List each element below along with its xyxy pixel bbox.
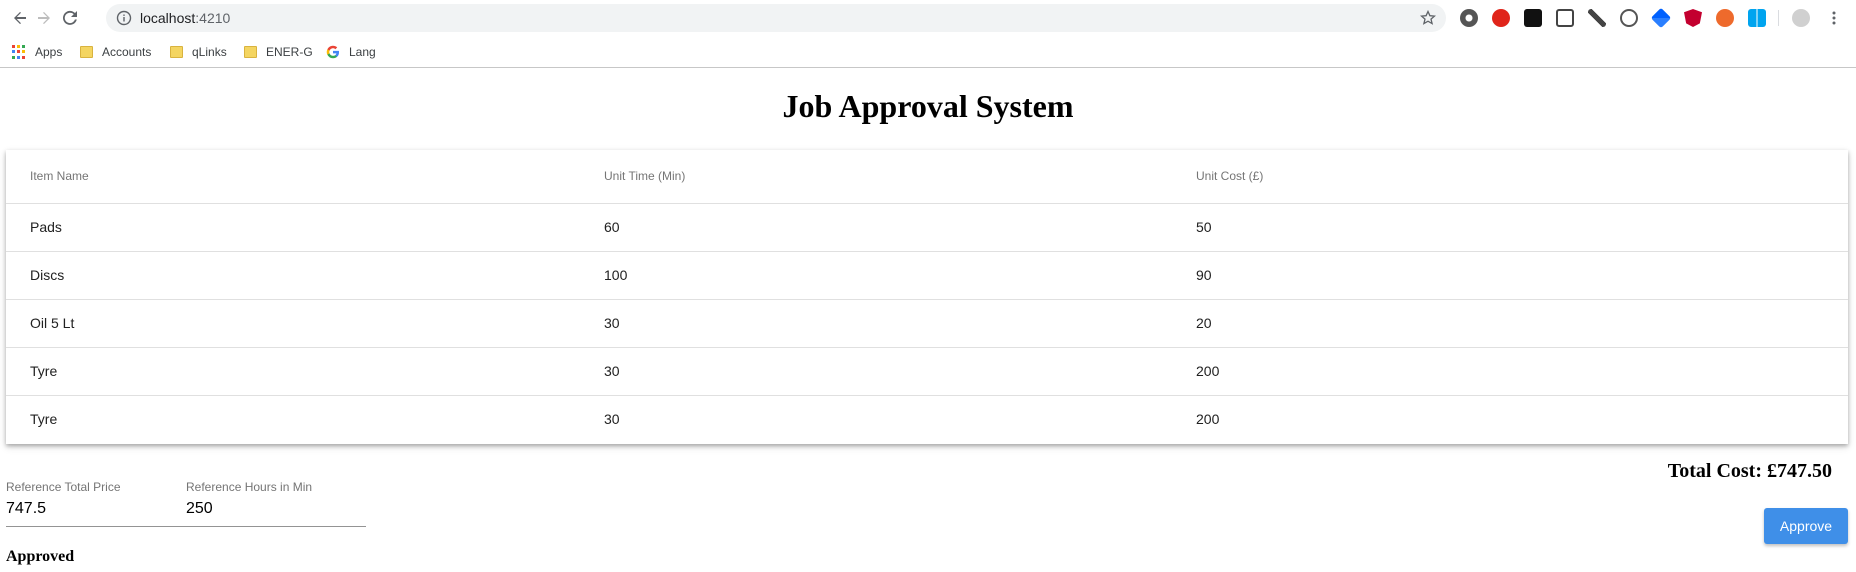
url-port: :4210 [195,10,231,26]
apps-grid-icon [12,45,26,59]
dropbox-icon[interactable] [1650,7,1672,29]
bookmarks-bar: Apps Accounts qLinks ENER-G Lang [0,36,1856,68]
menu-icon[interactable] [1826,10,1842,26]
google-icon [326,45,340,59]
eyedropper-icon[interactable] [1588,9,1606,27]
page-title: Job Approval System [782,88,1074,124]
reference-hours-input[interactable]: 250 [186,500,366,520]
bookmark-ener-g[interactable]: ENER-G [244,42,313,62]
cell-unit-cost: 200 [1196,363,1220,379]
url-text: localhost:4210 [140,10,230,26]
reference-price-label: Reference Total Price [6,480,121,494]
opera-icon[interactable] [1492,9,1510,27]
forward-arrow-icon [38,12,50,24]
approval-status: Approved [6,548,75,565]
column-header-item-name[interactable]: Item Name [30,169,89,183]
cell-item-name: Pads [30,219,62,235]
bookmark-label: Lang [349,45,376,59]
bookmark-lang[interactable]: Lang [326,42,376,62]
folder-icon [244,46,257,58]
url-host: localhost [140,10,196,26]
bookmark-label: qLinks [192,45,227,59]
info-icon[interactable] [116,10,132,26]
approve-button[interactable]: Approve [1764,508,1848,544]
angular-icon[interactable] [1684,9,1702,27]
table-header-row: Item Name Unit Time (Min) Unit Cost (£) [6,150,1848,204]
bookmark-apps[interactable]: Apps [12,42,62,62]
address-bar[interactable]: localhost:4210 [106,4,1446,32]
back-button[interactable] [8,6,32,30]
bookmark-label: Apps [35,45,63,59]
reference-hours-field[interactable]: Reference Hours in Min 250 [186,480,366,528]
code-icon[interactable] [1620,9,1638,27]
input-underline [6,526,366,527]
reference-price-input[interactable]: 747.5 [6,500,176,520]
jetbrains-icon[interactable] [1524,9,1542,27]
orange-ext-icon[interactable] [1716,9,1734,27]
forward-button[interactable] [32,6,56,30]
cell-unit-time: 30 [604,315,620,331]
table-row: Discs 100 90 [6,252,1848,300]
cell-unit-time: 30 [604,363,620,379]
total-cost: Total Cost: £747.50 [1667,460,1832,482]
bookmark-star-icon[interactable] [1420,10,1436,26]
bookmark-label: ENER-G [266,45,313,59]
table-row: Oil 5 Lt 30 20 [6,300,1848,348]
column-header-unit-time[interactable]: Unit Time (Min) [604,169,685,183]
cell-unit-time: 100 [604,267,628,283]
table-row: Pads 60 50 [6,204,1848,252]
toolbar-divider [1778,10,1779,26]
bookmark-qlinks[interactable]: qLinks [170,42,227,62]
cell-item-name: Oil 5 Lt [30,315,75,331]
record-icon[interactable] [1460,9,1478,27]
cell-item-name: Tyre [30,411,58,427]
reload-button[interactable] [58,6,82,30]
table-row: Tyre 30 200 [6,396,1848,444]
cell-item-name: Tyre [30,363,58,379]
windows-icon[interactable] [1748,9,1766,27]
cell-item-name: Discs [30,267,65,283]
cell-unit-cost: 90 [1196,267,1212,283]
screenshot-icon[interactable] [1556,9,1574,27]
reload-icon [62,10,77,25]
items-table: Item Name Unit Time (Min) Unit Cost (£) … [6,150,1848,444]
bookmark-label: Accounts [102,45,152,59]
folder-icon [80,46,93,58]
table-row: Tyre 30 200 [6,348,1848,396]
cell-unit-cost: 50 [1196,219,1212,235]
profile-icon[interactable] [1792,9,1810,27]
folder-icon [170,46,183,58]
reference-hours-label: Reference Hours in Min [186,480,313,494]
cell-unit-cost: 200 [1196,411,1220,427]
column-header-unit-cost[interactable]: Unit Cost (£) [1196,169,1263,183]
back-arrow-icon [14,12,26,24]
cell-unit-cost: 20 [1196,315,1212,331]
cell-unit-time: 30 [604,411,620,427]
reference-price-field[interactable]: Reference Total Price 747.5 [6,480,176,528]
cell-unit-time: 60 [604,219,620,235]
browser-toolbar: localhost:4210 [0,0,1856,36]
bookmark-accounts[interactable]: Accounts [80,42,151,62]
